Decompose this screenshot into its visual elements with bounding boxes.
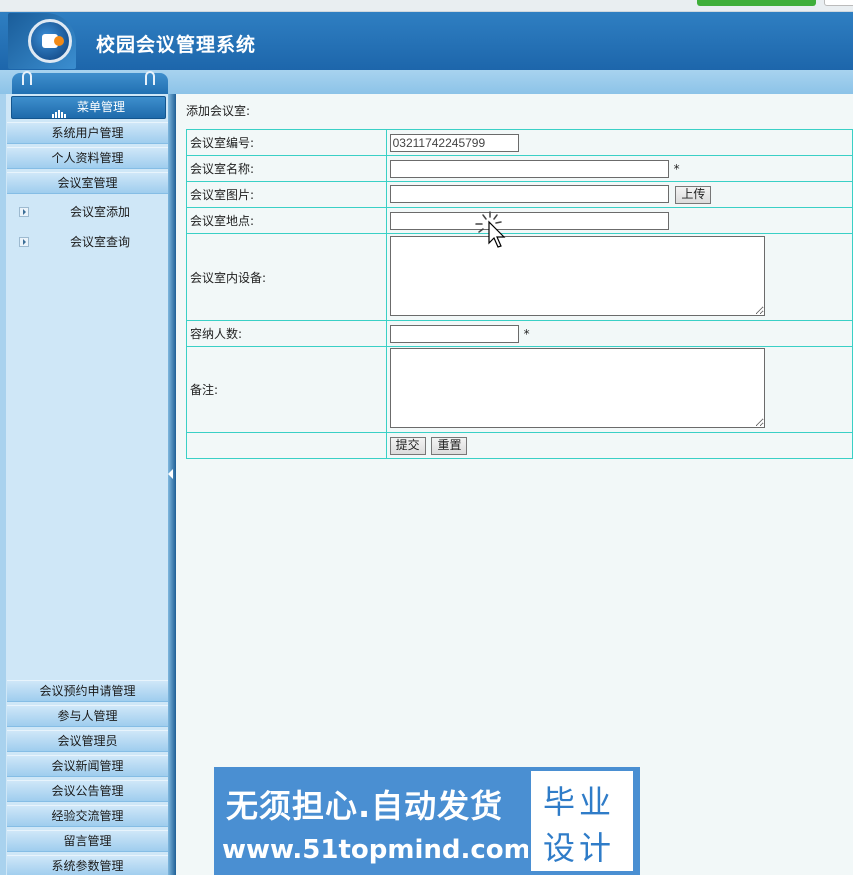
logo-panel — [8, 13, 76, 69]
sidebar-collapse-bar[interactable] — [168, 94, 176, 875]
top-white-button[interactable] — [824, 0, 853, 6]
room-name-label: 会议室名称: — [186, 155, 387, 182]
top-green-button[interactable] — [697, 0, 816, 6]
sidebar: 菜单管理 系统用户管理 个人资料管理 会议室管理 会议室添加 会议室查询 会议预… — [0, 94, 176, 875]
submit-button[interactable]: 提交 — [389, 436, 426, 455]
app-header: 校园会议管理系统 — [0, 12, 853, 70]
banner-url: www.51topmind.com — [222, 835, 531, 865]
sidebar-item-reservations[interactable]: 会议预约申请管理 — [7, 680, 168, 702]
sidebar-item-settings[interactable]: 系统参数管理 — [7, 855, 168, 875]
watermark-banner: 无须担心.自动发货 www.51topmind.com 毕业 设计 — [214, 767, 640, 875]
banner-badge: 毕业 设计 — [528, 768, 636, 874]
reset-button[interactable]: 重置 — [431, 436, 468, 455]
logo-icon — [28, 19, 72, 63]
upload-button[interactable]: 上传 — [675, 185, 712, 204]
menu-header-label: 菜单管理 — [76, 100, 125, 114]
required-mark: * — [523, 326, 530, 341]
ring-icon — [22, 71, 32, 85]
room-no-input[interactable] — [389, 133, 519, 152]
capacity-label: 容纳人数: — [186, 320, 387, 347]
remark-label: 备注: — [186, 346, 387, 433]
room-equipment-textarea[interactable] — [389, 235, 765, 316]
capacity-input[interactable] — [389, 324, 519, 343]
sidebar-subitem-label: 会议室查询 — [70, 235, 131, 249]
room-no-label: 会议室编号: — [186, 129, 387, 156]
banner-badge-line2: 设计 — [543, 829, 616, 867]
room-add-form: 会议室编号: 会议室名称: * 会议室图片: 上传 会议室地点: 会议室内设备:… — [186, 129, 853, 459]
remark-textarea[interactable] — [389, 348, 765, 428]
room-location-label: 会议室地点: — [186, 207, 387, 234]
main-content: 添加会议室: 会议室编号: 会议室名称: * 会议室图片: 上传 会议室地点: … — [176, 94, 853, 875]
sidebar-item-experience[interactable]: 经验交流管理 — [7, 805, 168, 827]
room-image-label: 会议室图片: — [186, 181, 387, 208]
sidebar-item-admins[interactable]: 会议管理员 — [7, 730, 168, 752]
room-name-input[interactable] — [389, 159, 669, 178]
app-title: 校园会议管理系统 — [96, 34, 257, 56]
required-mark: * — [673, 161, 680, 176]
page-title: 添加会议室: — [186, 104, 251, 118]
banner-slogan: 无须担心.自动发货 — [226, 787, 504, 825]
sidebar-subitem-room-query[interactable]: 会议室查询 — [7, 230, 168, 254]
room-image-input[interactable] — [389, 185, 669, 204]
sidebar-item-rooms[interactable]: 会议室管理 — [7, 172, 168, 194]
busy-cursor-icon — [475, 211, 506, 248]
ring-icon — [145, 71, 155, 85]
arrow-right-icon — [19, 207, 29, 217]
room-location-input[interactable] — [389, 211, 669, 230]
sidebar-subitem-room-add[interactable]: 会议室添加 — [7, 200, 168, 224]
sidebar-subitem-label: 会议室添加 — [70, 205, 131, 219]
sidebar-item-participants[interactable]: 参与人管理 — [7, 705, 168, 727]
actions-label-cell — [186, 432, 387, 459]
menu-bars-icon — [51, 97, 67, 118]
collapse-arrow-icon[interactable] — [168, 469, 173, 479]
menu-header: 菜单管理 — [11, 96, 166, 119]
sidebar-item-news[interactable]: 会议新闻管理 — [7, 755, 168, 777]
arrow-right-icon — [19, 237, 29, 247]
room-equipment-label: 会议室内设备: — [186, 233, 387, 321]
menu-tab — [12, 71, 168, 94]
sidebar-item-profile[interactable]: 个人资料管理 — [7, 147, 168, 169]
sidebar-item-messages[interactable]: 留言管理 — [7, 830, 168, 852]
sidebar-item-system-users[interactable]: 系统用户管理 — [7, 122, 168, 144]
sidebar-item-notices[interactable]: 会议公告管理 — [7, 780, 168, 802]
banner-badge-line1: 毕业 — [543, 783, 616, 821]
header-band — [0, 70, 853, 94]
browser-top-strip — [0, 0, 853, 12]
